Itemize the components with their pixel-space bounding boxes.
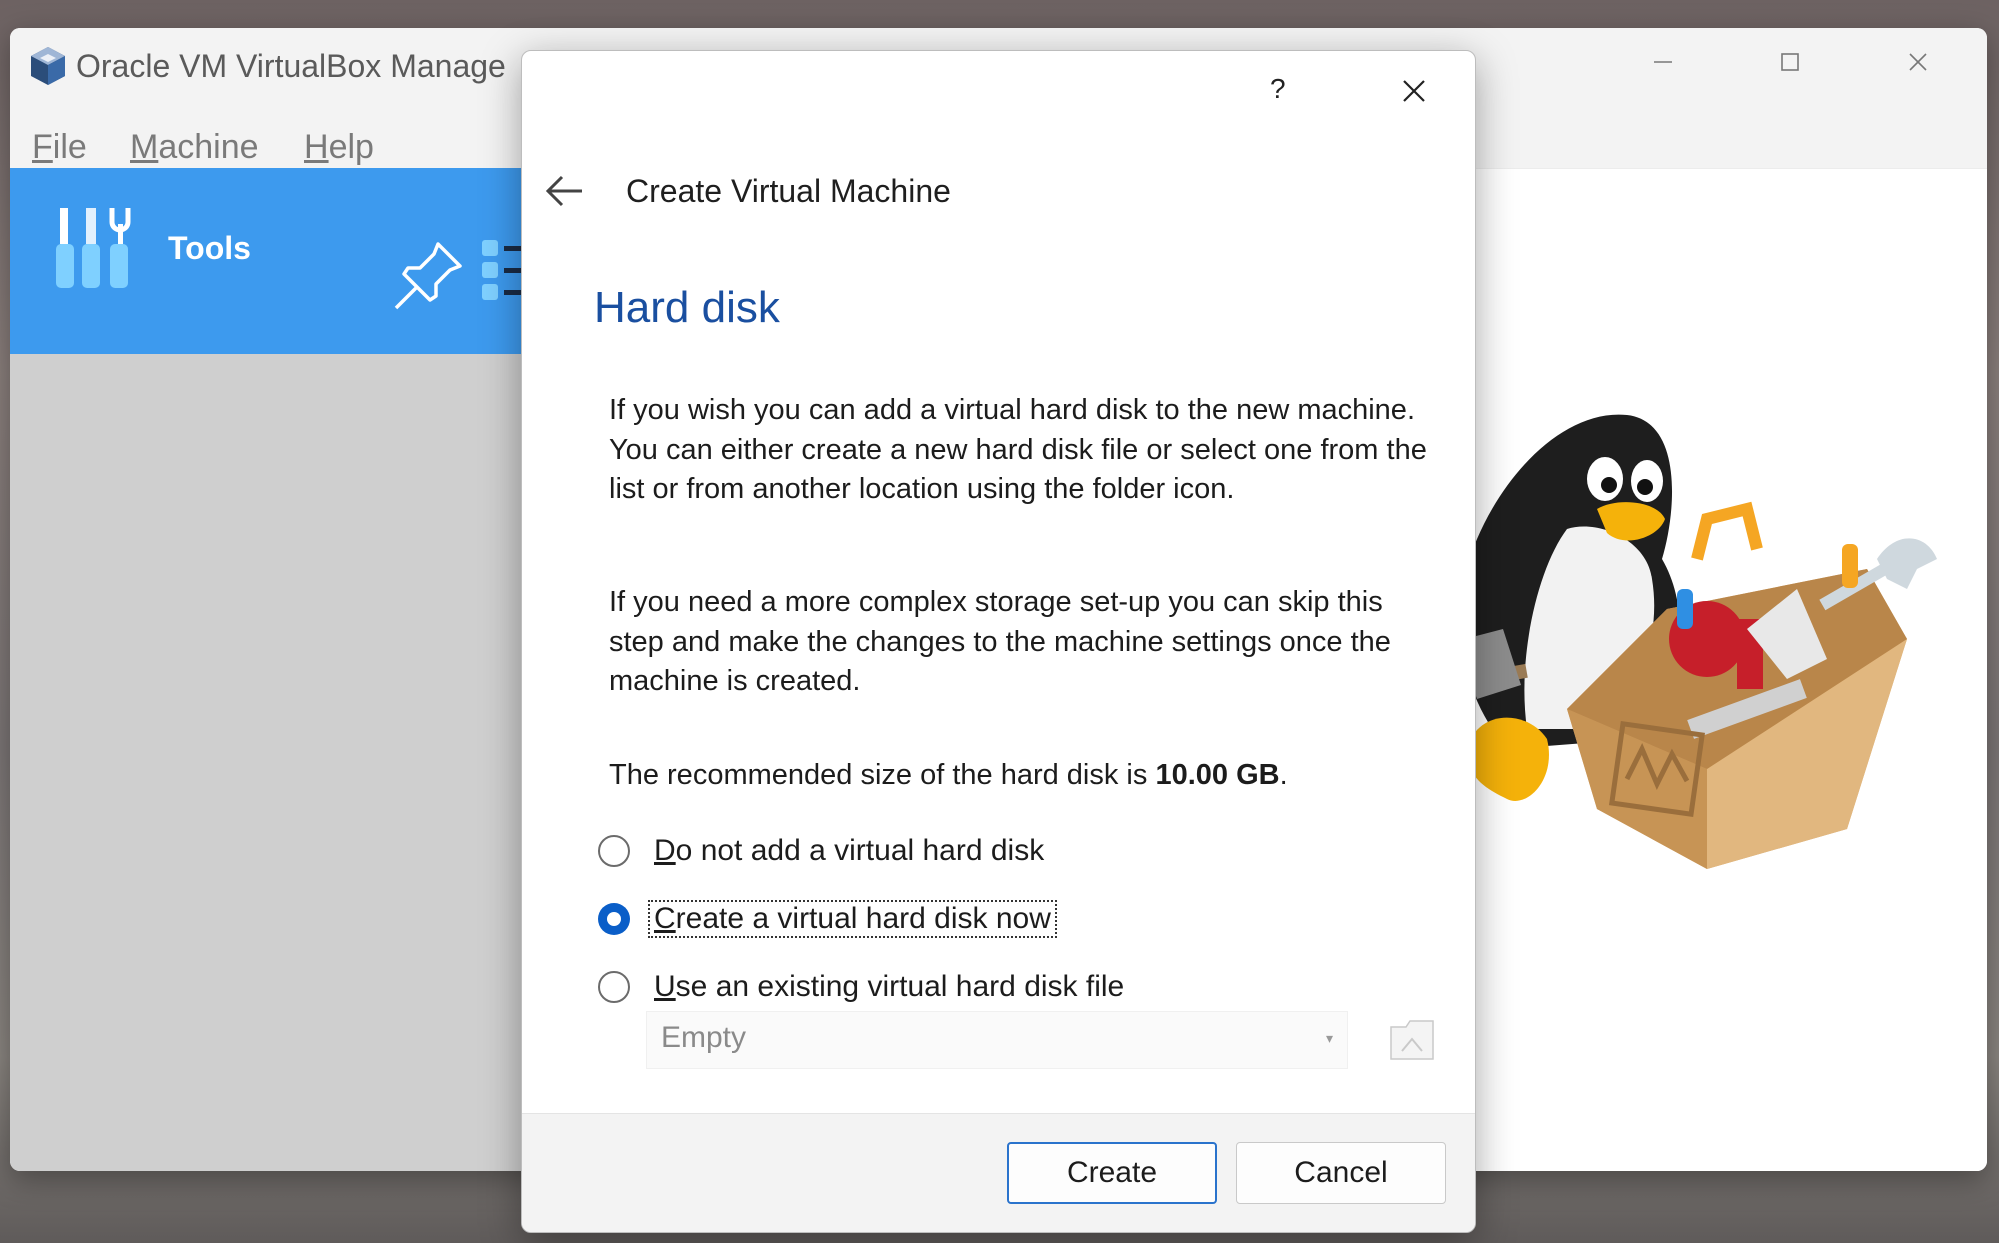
window-title: Oracle VM VirtualBox Manage (76, 48, 506, 84)
menu-file-accel: F (32, 128, 53, 166)
radio-create-disk[interactable]: Create a virtual hard disk now (598, 897, 1057, 941)
menu-file-label: ile (52, 128, 87, 166)
minimize-button[interactable] (1633, 42, 1693, 82)
close-icon (1909, 53, 1927, 71)
radio-button[interactable] (598, 971, 630, 1003)
menu-machine-label: achine (158, 128, 259, 166)
radio-create-disk-label[interactable]: Create a virtual hard disk now (648, 900, 1057, 938)
recommended-size-prefix: The recommended size of the hard disk is (609, 759, 1156, 791)
close-window-button[interactable] (1888, 42, 1948, 82)
radio-existing-disk-label[interactable]: Use an existing virtual hard disk file (648, 968, 1130, 1006)
menu-machine-accel: M (130, 128, 159, 166)
menu-machine[interactable]: Machine (130, 128, 259, 167)
radio-existing-disk-text: se an existing virtual hard disk file (675, 970, 1125, 1003)
tools-item[interactable]: Tools (10, 168, 522, 354)
radio-no-disk-label[interactable]: Do not add a virtual hard disk (648, 832, 1050, 870)
description-paragraph-2: If you need a more complex storage set-u… (609, 586, 1391, 697)
create-vm-dialog: ? Create Virtual Machine Hard disk If yo… (521, 50, 1476, 1233)
back-arrow-icon[interactable] (542, 169, 586, 213)
menu-file[interactable]: File (32, 128, 87, 167)
existing-disk-select-value: Empty (661, 1021, 747, 1054)
dropdown-arrow-icon: ▾ (1325, 1030, 1333, 1046)
help-button[interactable]: ? (1270, 73, 1286, 105)
cancel-button[interactable]: Cancel (1236, 1142, 1446, 1204)
menu-help[interactable]: Help (304, 128, 374, 167)
tools-label: Tools (168, 230, 251, 266)
list-menu-icon[interactable] (480, 238, 522, 308)
dialog-title: Create Virtual Machine (626, 173, 951, 209)
dialog-close-icon[interactable] (1394, 71, 1434, 111)
description-paragraph-1: If you wish you can add a virtual hard d… (609, 394, 1427, 505)
radio-create-disk-text: reate a virtual hard disk now (675, 902, 1051, 935)
maximize-button[interactable] (1760, 42, 1820, 82)
pin-icon[interactable] (390, 238, 466, 314)
page-heading: Hard disk (594, 283, 780, 332)
tools-icon (56, 208, 131, 288)
existing-disk-select[interactable]: Empty ▾ (646, 1011, 1348, 1069)
recommended-size-text: The recommended size of the hard disk is… (609, 756, 1429, 796)
recommended-size-suffix: . (1279, 759, 1288, 791)
maximize-icon (1781, 53, 1799, 71)
menu-help-accel: H (304, 128, 329, 166)
penguin-toolbox-illustration-icon (1457, 414, 1937, 869)
create-button[interactable]: Create (1007, 1142, 1217, 1204)
radio-no-disk[interactable]: Do not add a virtual hard disk (598, 829, 1050, 873)
radio-button[interactable] (598, 835, 630, 867)
machine-list-pane (10, 354, 522, 1171)
virtualbox-logo-icon (31, 47, 65, 85)
radio-button-checked[interactable] (598, 903, 630, 935)
recommended-size-value: 10.00 GB (1155, 759, 1280, 791)
radio-create-disk-accel: C (654, 902, 676, 935)
folder-icon[interactable] (1388, 1017, 1436, 1063)
radio-existing-disk[interactable]: Use an existing virtual hard disk file (598, 965, 1130, 1009)
menu-help-label: elp (328, 128, 374, 166)
minimize-icon (1654, 61, 1672, 63)
radio-no-disk-accel: D (654, 834, 676, 867)
radio-no-disk-text: o not add a virtual hard disk (675, 834, 1045, 867)
radio-existing-disk-accel: U (654, 970, 676, 1003)
